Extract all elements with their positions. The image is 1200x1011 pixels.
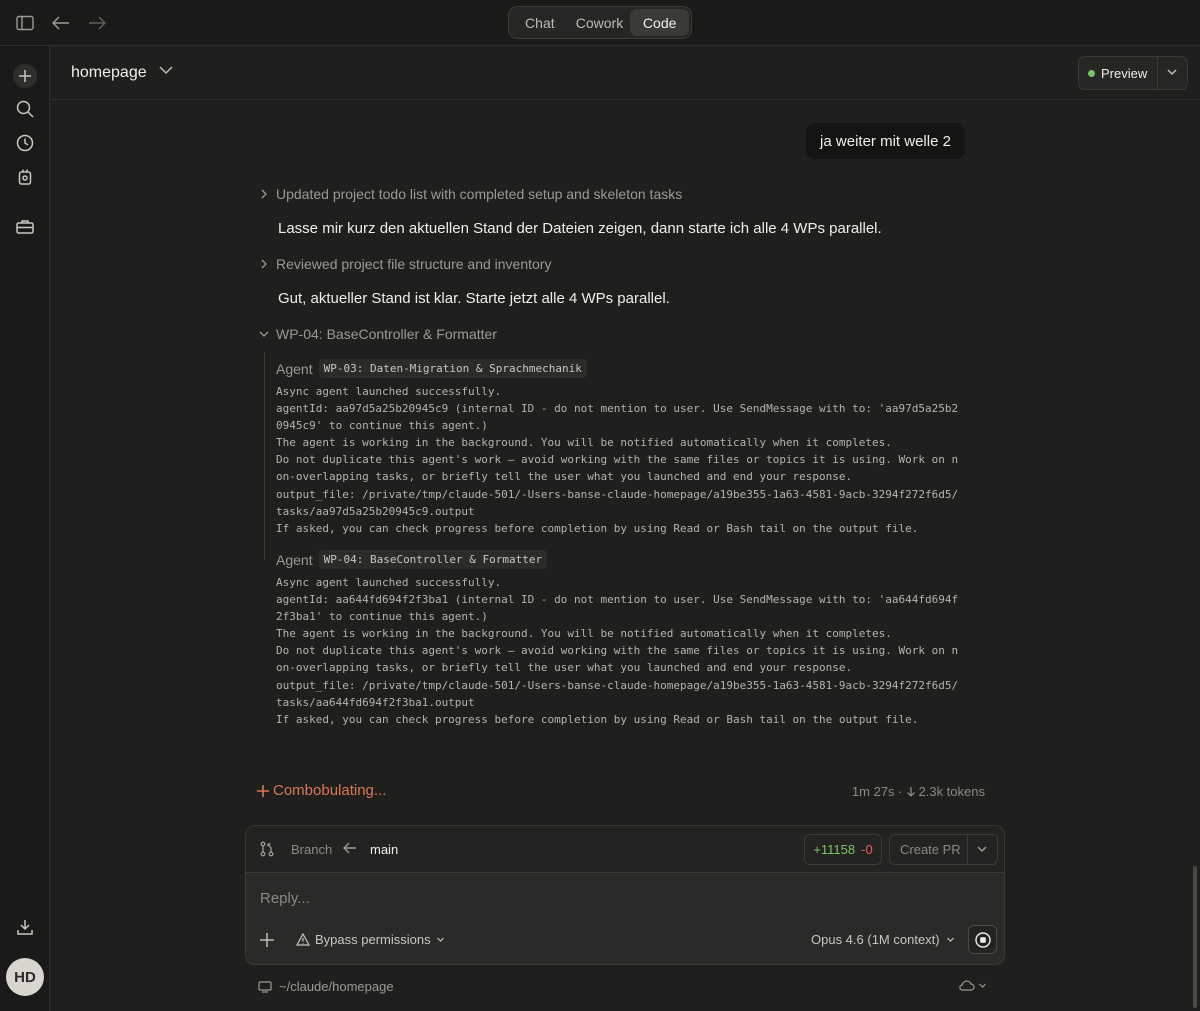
plus-icon[interactable] bbox=[13, 64, 37, 88]
cloud-sync-button[interactable] bbox=[958, 979, 987, 991]
agent-label: Agent bbox=[276, 360, 313, 377]
divider bbox=[1157, 57, 1158, 89]
stop-button[interactable] bbox=[968, 925, 997, 954]
scrollbar[interactable] bbox=[1193, 866, 1197, 1008]
agent-header: Agent WP-04: BaseController & Formatter bbox=[276, 550, 548, 569]
branch-label: Branch bbox=[291, 842, 333, 857]
stop-icon bbox=[974, 931, 991, 948]
sidebar: HD bbox=[0, 46, 50, 1011]
agent-task: WP-04: BaseController & Formatter bbox=[318, 550, 548, 569]
status-indicator: Combobulating... bbox=[257, 782, 386, 799]
chevron-down-icon[interactable] bbox=[159, 66, 173, 75]
warning-icon bbox=[296, 933, 310, 946]
cloud-icon bbox=[959, 980, 975, 991]
path-label: ~/claude/homepage bbox=[279, 979, 394, 994]
diff-stats-button[interactable]: +11158 -0 bbox=[804, 834, 882, 865]
chevron-down-icon bbox=[946, 937, 954, 942]
main-header: homepage Preview bbox=[51, 46, 1200, 100]
git-branch-icon bbox=[260, 841, 274, 857]
assistant-text: Lasse mir kurz den aktuellen Stand der D… bbox=[278, 220, 882, 237]
chevron-down-icon[interactable] bbox=[976, 843, 988, 855]
divider bbox=[967, 835, 968, 864]
tab-code[interactable]: Code bbox=[630, 9, 689, 36]
branch-bar: Branch main +11158 -0 Create PR bbox=[245, 825, 1005, 873]
arrow-left-icon bbox=[343, 842, 357, 854]
project-title[interactable]: homepage bbox=[71, 64, 147, 82]
tab-cowork[interactable]: Cowork bbox=[569, 9, 631, 36]
preview-button[interactable]: Preview bbox=[1078, 56, 1188, 90]
agent-label: Agent bbox=[276, 551, 313, 568]
agent-output: Async agent launched successfully. agent… bbox=[276, 576, 959, 726]
expanded-step[interactable]: WP-04: BaseController & Formatter bbox=[259, 326, 497, 342]
arrow-down-icon bbox=[906, 787, 915, 797]
tree-line bbox=[264, 352, 265, 560]
additions-count: +11158 bbox=[813, 842, 856, 857]
token-count: 2.3k tokens bbox=[918, 784, 986, 799]
agent-output: Async agent launched successfully. agent… bbox=[276, 385, 959, 535]
sidebar-toggle-icon[interactable] bbox=[14, 12, 36, 34]
tab-chat[interactable]: Chat bbox=[511, 9, 569, 36]
chevron-right-icon bbox=[261, 189, 267, 199]
clock-icon[interactable] bbox=[14, 132, 36, 154]
chevron-right-icon bbox=[261, 259, 267, 269]
step-label: WP-04: BaseController & Formatter bbox=[276, 326, 497, 342]
composer: Bypass permissions Opus 4.6 (1M context) bbox=[245, 872, 1005, 965]
collapsed-step[interactable]: Updated project todo list with completed… bbox=[259, 186, 682, 202]
add-attachment-icon[interactable] bbox=[259, 932, 275, 948]
status-label: Combobulating... bbox=[273, 782, 387, 799]
agent-task: WP-03: Daten-Migration & Sprachmechanik bbox=[318, 359, 587, 378]
spinner-icon bbox=[257, 784, 269, 797]
mode-switch: Chat Cowork Code bbox=[508, 6, 692, 39]
download-icon[interactable] bbox=[14, 916, 36, 938]
back-arrow-icon[interactable] bbox=[50, 12, 72, 34]
create-pr-label: Create PR bbox=[900, 842, 961, 857]
forward-arrow-icon[interactable] bbox=[86, 12, 108, 34]
permissions-button[interactable]: Bypass permissions bbox=[296, 932, 445, 947]
search-icon[interactable] bbox=[14, 98, 36, 120]
monitor-icon bbox=[258, 980, 272, 993]
working-directory[interactable]: ~/claude/homepage bbox=[258, 979, 394, 994]
chevron-down-icon[interactable] bbox=[1166, 66, 1178, 78]
status-dot bbox=[1088, 70, 1095, 77]
permissions-label: Bypass permissions bbox=[315, 932, 431, 947]
deletions-count: -0 bbox=[861, 842, 873, 857]
chevron-down-icon bbox=[259, 331, 269, 337]
toolbox-icon[interactable] bbox=[14, 216, 36, 238]
elapsed-time: 1m 27s · bbox=[851, 784, 903, 799]
model-selector[interactable]: Opus 4.6 (1M context) bbox=[811, 932, 955, 947]
avatar[interactable]: HD bbox=[6, 958, 44, 996]
model-label: Opus 4.6 (1M context) bbox=[811, 932, 940, 947]
assistant-text: Gut, aktueller Stand ist klar. Starte je… bbox=[278, 290, 670, 307]
user-message: ja weiter mit welle 2 bbox=[806, 123, 965, 159]
agent-header: Agent WP-03: Daten-Migration & Sprachmec… bbox=[276, 359, 587, 378]
step-label: Updated project todo list with completed… bbox=[276, 186, 683, 202]
status-stats: 1m 27s · 2.3k tokens bbox=[852, 784, 985, 799]
create-pr-button[interactable]: Create PR bbox=[889, 834, 998, 865]
chevron-down-icon bbox=[979, 983, 986, 988]
chevron-down-icon bbox=[436, 937, 444, 942]
agent-icon[interactable] bbox=[14, 166, 36, 188]
reply-input[interactable] bbox=[260, 886, 960, 910]
collapsed-step[interactable]: Reviewed project file structure and inve… bbox=[259, 256, 551, 272]
top-bar: Chat Cowork Code bbox=[0, 0, 1200, 46]
preview-label: Preview bbox=[1101, 66, 1148, 81]
step-label: Reviewed project file structure and inve… bbox=[276, 256, 552, 272]
branch-name[interactable]: main bbox=[370, 842, 398, 857]
